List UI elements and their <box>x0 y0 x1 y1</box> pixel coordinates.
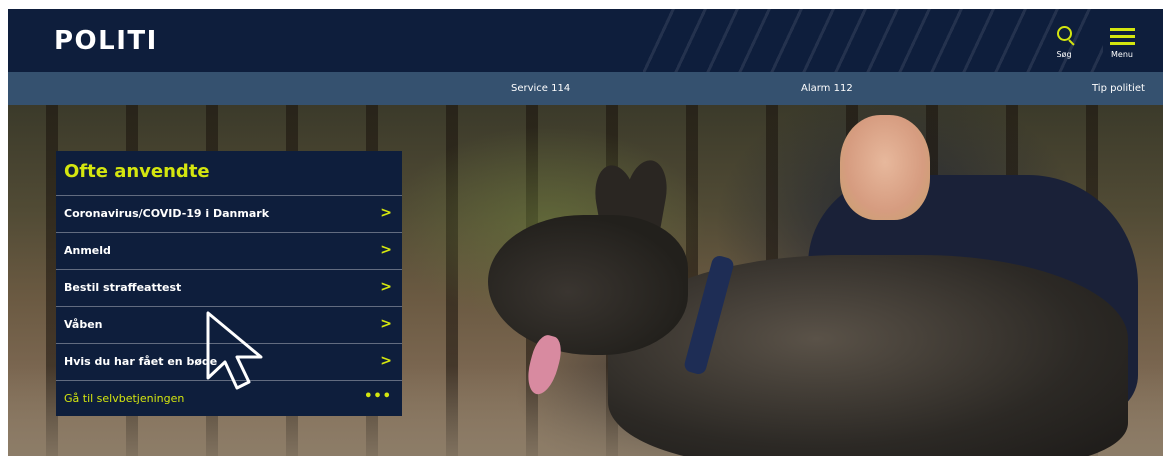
service-nav: Service 114 Alarm 112 Tip politiet <box>8 72 1163 105</box>
quicklink-label: Coronavirus/COVID-19 i Danmark <box>64 207 270 220</box>
quicklink-label: Våben <box>64 318 103 331</box>
search-icon <box>1057 26 1072 41</box>
mouse-cursor-icon <box>206 311 263 390</box>
quicklinks-title: Ofte anvendte <box>64 161 210 182</box>
quicklink-anmeld[interactable]: Anmeld > <box>56 232 402 270</box>
chevron-right-icon: > <box>380 353 392 369</box>
nav-link-tip-politiet[interactable]: Tip politiet <box>1092 83 1145 94</box>
chevron-right-icon: > <box>380 279 392 295</box>
hamburger-icon <box>1110 28 1135 49</box>
more-dots-icon: ••• <box>364 389 392 404</box>
search-label: Søg <box>1056 50 1072 59</box>
selfservice-label: Gå til selvbetjeningen <box>64 392 185 405</box>
chevron-right-icon: > <box>380 242 392 258</box>
menu-button[interactable]: Menu <box>1102 23 1142 63</box>
quicklink-label: Anmeld <box>64 244 111 257</box>
officer-head <box>840 115 930 220</box>
chevron-right-icon: > <box>380 316 392 332</box>
menu-label: Menu <box>1111 50 1133 59</box>
nav-link-alarm-112[interactable]: Alarm 112 <box>801 83 853 94</box>
site-header: POLITI Søg Menu <box>8 9 1163 72</box>
nav-link-service-114[interactable]: Service 114 <box>511 83 570 94</box>
quicklink-straffeattest[interactable]: Bestil straffeattest > <box>56 269 402 307</box>
chevron-right-icon: > <box>380 205 392 221</box>
politi-logo[interactable]: POLITI <box>54 26 158 56</box>
quicklink-label: Hvis du har fået en bøde <box>64 355 218 368</box>
quicklink-coronavirus[interactable]: Coronavirus/COVID-19 i Danmark > <box>56 195 402 233</box>
search-button[interactable]: Søg <box>1044 23 1084 63</box>
header-stripe-pattern <box>643 9 1103 72</box>
quicklink-label: Bestil straffeattest <box>64 281 182 294</box>
